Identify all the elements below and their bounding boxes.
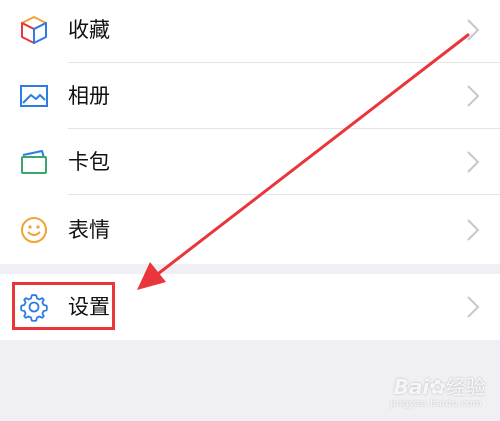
smiley-face-icon xyxy=(21,217,47,243)
menu-item-label: 相册 xyxy=(68,84,110,108)
row-divider xyxy=(68,194,500,195)
chevron-right-icon xyxy=(467,85,480,107)
watermark-brand: Bai xyxy=(393,375,430,399)
menu-group-main: 收藏 相册 卡包 表情 xyxy=(0,0,500,264)
menu-item-stickers[interactable]: 表情 xyxy=(0,197,500,263)
menu-item-card-wallet[interactable]: 卡包 xyxy=(0,129,500,195)
menu-item-album[interactable]: 相册 xyxy=(0,63,500,129)
chevron-right-icon xyxy=(467,296,480,318)
chevron-right-icon xyxy=(467,19,480,41)
wechat-me-screen: 收藏 相册 卡包 表情 设置 Bai✿经验 jingyan.baidu.com xyxy=(0,0,500,421)
baidu-jingyan-watermark: Bai✿经验 jingyan.baidu.com xyxy=(390,371,486,409)
watermark-url: jingyan.baidu.com xyxy=(390,399,482,409)
chevron-right-icon xyxy=(467,151,480,173)
paw-icon: ✿ xyxy=(429,375,446,399)
favorites-cube-icon xyxy=(21,16,47,44)
chevron-right-icon xyxy=(467,219,480,241)
menu-item-label: 表情 xyxy=(68,218,110,242)
menu-item-label: 卡包 xyxy=(68,150,110,174)
watermark-sub: 经验 xyxy=(446,375,486,399)
card-wallet-icon xyxy=(21,150,47,174)
photo-album-icon xyxy=(20,85,48,107)
menu-item-label: 收藏 xyxy=(68,18,110,42)
menu-item-favorites[interactable]: 收藏 xyxy=(0,0,500,63)
settings-highlight-box xyxy=(12,282,115,330)
